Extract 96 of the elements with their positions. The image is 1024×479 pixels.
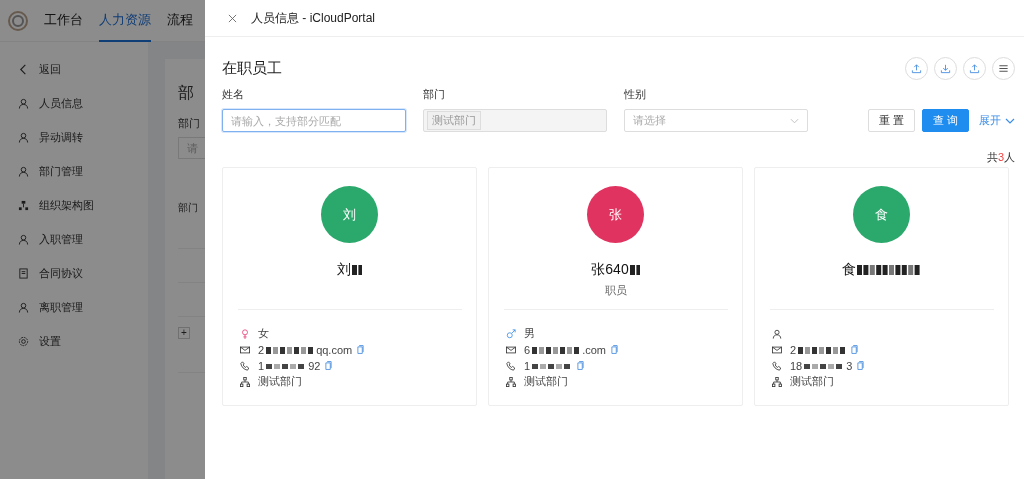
sidebar-item[interactable]: 人员信息 (39, 95, 83, 111)
department-text: 测试部门 (790, 374, 834, 389)
field-label: 性别 (624, 87, 647, 102)
logo-icon (8, 10, 28, 31)
employee-card[interactable]: 食 食 2 18 3 测试部门 (754, 167, 1009, 406)
redaction-mark (629, 264, 640, 276)
field-label: 部门 (423, 87, 446, 102)
phone-start: 1 (524, 359, 531, 372)
gender-text: 女 (258, 326, 269, 341)
sidebar-icon (18, 131, 29, 143)
section-heading: 在职员工 (222, 59, 282, 78)
copy-icon[interactable] (857, 361, 865, 370)
phone-icon (772, 360, 782, 371)
upload-button[interactable] (905, 57, 929, 80)
search-button[interactable]: 查 询 (922, 109, 970, 132)
redaction-mark (352, 264, 362, 276)
org-icon (772, 376, 782, 387)
phone-start: 18 (790, 359, 803, 372)
total-count: 共3人 (987, 151, 1016, 163)
department-tag: 测试部门 (427, 111, 481, 130)
employee-card[interactable]: 张 张640 职员 男 6 .com 1 测试部门 (488, 167, 743, 406)
copy-icon[interactable] (851, 345, 859, 354)
phone-end: 92 (308, 359, 321, 372)
employee-name: 刘 (337, 261, 351, 279)
sidebar-item[interactable]: 返回 (39, 61, 61, 77)
sidebar-icon (18, 165, 29, 177)
copy-icon[interactable] (610, 345, 618, 354)
email-end: .com (582, 343, 606, 356)
chevron-down-icon (790, 117, 799, 124)
nav-tab[interactable]: 工作台 (44, 0, 83, 42)
sidebar-icon (18, 199, 29, 211)
sidebar-icon (18, 63, 29, 75)
menu-button[interactable] (992, 57, 1016, 80)
female-icon (240, 328, 250, 339)
nav-tab[interactable]: 流程 (167, 0, 193, 42)
phone-end: 3 (846, 359, 853, 372)
sidebar-icon (18, 97, 29, 109)
employee-name: 张640 (591, 261, 629, 279)
department-text: 测试部门 (524, 374, 568, 389)
avatar: 食 (853, 186, 910, 243)
copy-icon[interactable] (325, 361, 333, 370)
mail-icon (240, 344, 250, 355)
chevron-down-icon (1005, 117, 1016, 124)
person-icon (772, 328, 782, 339)
avatar: 张 (587, 186, 644, 243)
mail-icon (772, 344, 782, 355)
upload-icon (911, 63, 923, 74)
sidebar-icon (18, 233, 29, 245)
upload-button[interactable] (963, 57, 987, 80)
org-icon (506, 376, 516, 387)
expand-link[interactable]: 展开 (976, 113, 1016, 128)
gender-text: 男 (524, 326, 535, 341)
menu-icon (998, 63, 1010, 74)
field-label: 姓名 (222, 87, 245, 102)
avatar: 刘 (321, 186, 378, 243)
sidebar-icon (18, 301, 29, 313)
copy-icon[interactable] (357, 345, 365, 354)
reset-button[interactable]: 重 置 (868, 109, 916, 132)
phone-icon (506, 360, 516, 371)
close-icon[interactable] (228, 13, 237, 23)
name-input[interactable]: 请输入，支持部分匹配 (222, 109, 406, 132)
org-icon (240, 376, 250, 387)
email-start: 2 (790, 343, 797, 356)
redaction-mark (798, 344, 847, 355)
drawer-title: 人员信息 - iCloudPortal (251, 9, 376, 27)
sidebar-item[interactable]: 组织架构图 (39, 197, 94, 213)
email-start: 2 (258, 343, 265, 356)
job-title: 职员 (604, 283, 627, 298)
employee-name: 食 (842, 261, 856, 279)
sidebar-item[interactable]: 设置 (39, 333, 61, 349)
sidebar-item[interactable]: 入职管理 (39, 231, 83, 247)
redaction-mark (532, 344, 581, 355)
download-icon (940, 63, 952, 74)
mail-icon (506, 344, 516, 355)
sidebar-icon (18, 335, 29, 347)
upload-icon (969, 63, 981, 74)
employee-card[interactable]: 刘 刘 女 2 qq.com 1 92 测试部门 (222, 167, 477, 406)
male-icon (506, 328, 516, 339)
sidebar-item[interactable]: 合同协议 (39, 265, 83, 281)
phone-icon (240, 360, 250, 371)
sidebar-item[interactable]: 异动调转 (39, 129, 83, 145)
sidebar-icon (18, 267, 29, 279)
copy-icon[interactable] (577, 361, 585, 370)
table-header: 部门 (178, 201, 198, 215)
email-end: qq.com (316, 343, 353, 356)
phone-start: 1 (258, 359, 265, 372)
sidebar-item[interactable]: 离职管理 (39, 299, 83, 315)
department-text: 测试部门 (258, 374, 302, 389)
download-button[interactable] (934, 57, 958, 80)
redaction-mark (266, 344, 315, 355)
sidebar-item[interactable]: 部门管理 (39, 163, 83, 179)
email-start: 6 (524, 343, 531, 356)
page-title: 部 (178, 83, 194, 103)
expand-icon[interactable]: + (178, 327, 190, 339)
field-label: 部门 (178, 116, 200, 131)
redaction-mark (857, 264, 921, 276)
